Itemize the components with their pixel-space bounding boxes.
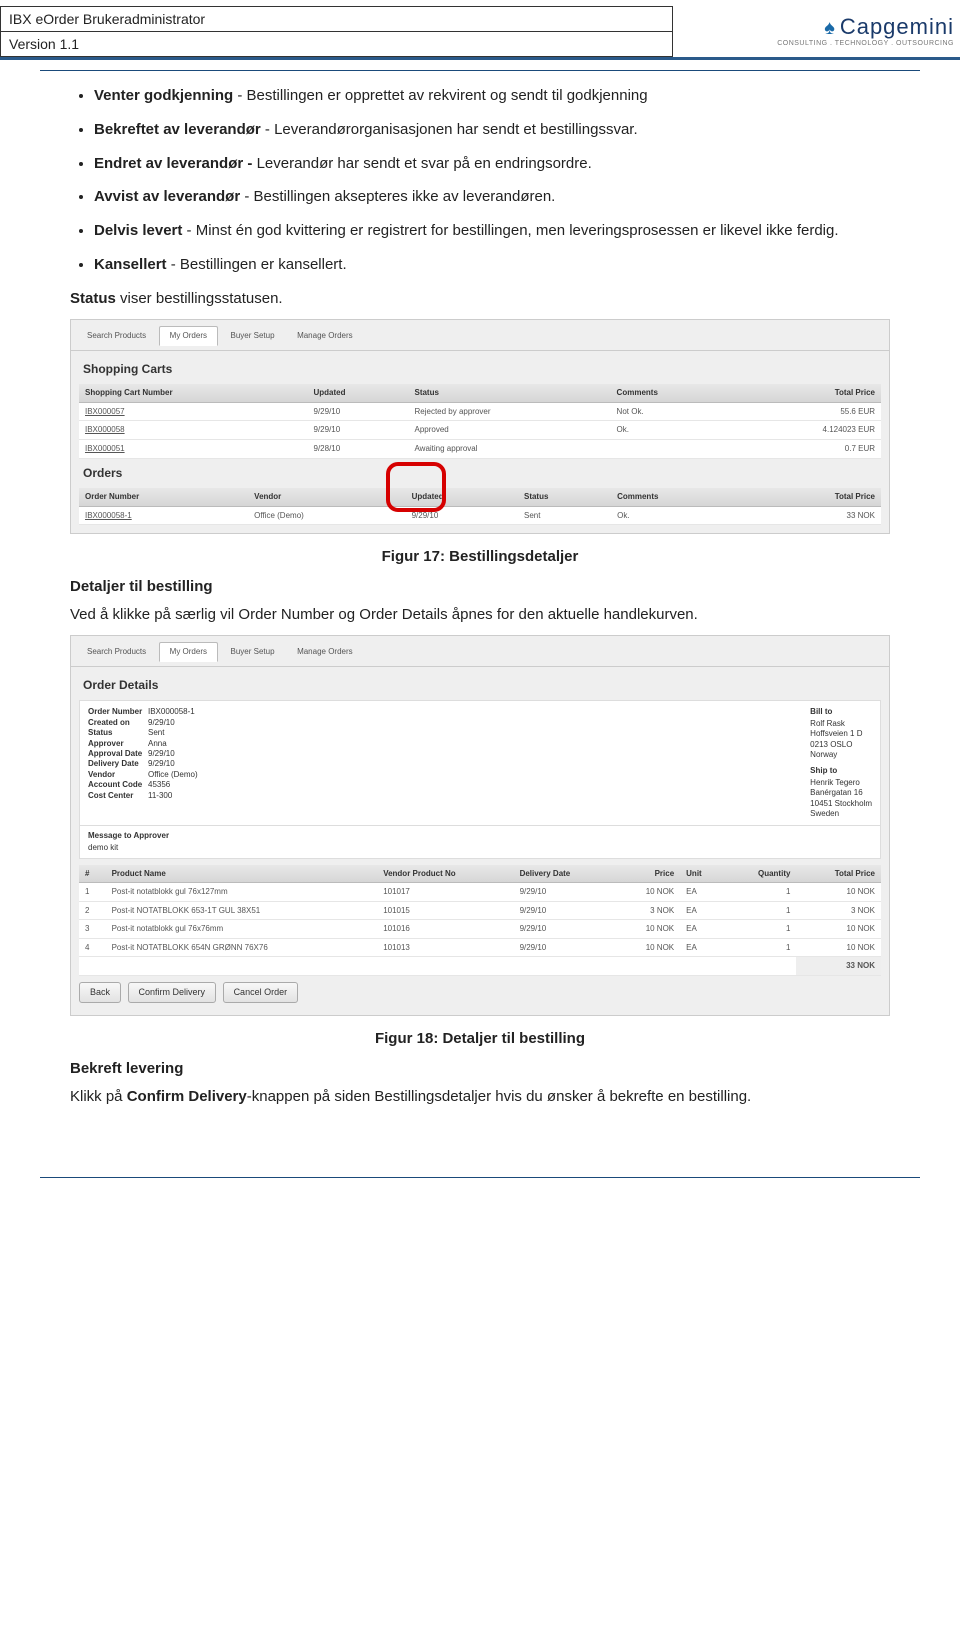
shopping-carts-table: Shopping Cart Number Updated Status Comm… <box>79 384 881 458</box>
doc-version: Version 1.1 <box>1 32 673 57</box>
col-order-number[interactable]: Order Number <box>79 488 248 506</box>
tab-my-orders[interactable]: My Orders <box>159 642 218 662</box>
tab-manage-orders[interactable]: Manage Orders <box>287 643 363 661</box>
figure-17-caption: Figur 17: Bestillingsdetaljer <box>70 546 890 568</box>
col-total-price[interactable]: Total Price <box>747 488 881 506</box>
page-body: Venter godkjenning - Bestillingen er opp… <box>0 85 960 1147</box>
col-vendor[interactable]: Vendor <box>248 488 405 506</box>
col-cart-number[interactable]: Shopping Cart Number <box>79 384 308 402</box>
orders-table: Order Number Vendor Updated Status Comme… <box>79 488 881 525</box>
col-status[interactable]: Status <box>408 384 610 402</box>
col-total-price[interactable]: Total Price <box>733 384 881 402</box>
status-highlight-box <box>386 462 446 512</box>
tab-search[interactable]: Search Products <box>77 643 156 661</box>
detaljer-heading: Detaljer til bestilling <box>70 576 890 598</box>
detaljer-paragraph: Ved å klikke på særlig vil Order Number … <box>70 604 890 626</box>
shopping-carts-heading: Shopping Carts <box>79 355 881 380</box>
orders-heading: Orders <box>79 459 881 484</box>
order-total: 33 NOK <box>796 957 881 976</box>
tab-buyer-setup[interactable]: Buyer Setup <box>221 643 285 661</box>
tab-my-orders[interactable]: My Orders <box>159 326 218 346</box>
table-row: 1Post-it notatblokk gul 76x127mm1010179/… <box>79 883 881 902</box>
spade-icon: ♠ <box>824 17 836 39</box>
bekreft-paragraph: Klikk på Confirm Delivery-knappen på sid… <box>70 1086 890 1108</box>
tab-manage-orders[interactable]: Manage Orders <box>287 327 363 345</box>
back-button[interactable]: Back <box>79 982 121 1003</box>
message-to-approver-label: Message to Approver <box>88 831 169 840</box>
bullet-venter: Venter godkjenning - Bestillingen er opp… <box>94 85 890 107</box>
order-lines-table: # Product Name Vendor Product No Deliver… <box>79 865 881 977</box>
doc-title: IBX eOrder Brukeradministrator <box>1 7 673 32</box>
screenshot-order-details: Search Products My Orders Buyer Setup Ma… <box>70 635 890 1016</box>
col-comments[interactable]: Comments <box>611 384 733 402</box>
status-paragraph: Status viser bestillingsstatusen. <box>70 288 890 310</box>
bekreft-heading: Bekreft levering <box>70 1058 890 1080</box>
col-updated[interactable]: Updated <box>308 384 409 402</box>
bullet-avvist: Avvist av leverandør - Bestillingen akse… <box>94 186 890 208</box>
bullet-kansellert: Kansellert - Bestillingen er kansellert. <box>94 254 890 276</box>
col-comments[interactable]: Comments <box>611 488 747 506</box>
table-row: IBX0000589/29/10ApprovedOk.4.124023 EUR <box>79 421 881 440</box>
order-details-heading: Order Details <box>79 671 881 696</box>
figure-18-caption: Figur 18: Detaljer til bestilling <box>70 1028 890 1050</box>
table-row: 4Post-it NOTATBLOKK 654N GRØNN 76X761010… <box>79 938 881 957</box>
bullet-delvis: Delvis levert - Minst én god kvittering … <box>94 220 890 242</box>
nav-tabs: Search Products My Orders Buyer Setup Ma… <box>71 636 889 667</box>
nav-tabs: Search Products My Orders Buyer Setup Ma… <box>71 320 889 351</box>
screenshot-bestillingsdetaljer: Search Products My Orders Buyer Setup Ma… <box>70 319 890 534</box>
table-row: 3Post-it notatblokk gul 76x76mm1010169/2… <box>79 920 881 939</box>
header-divider <box>40 70 920 71</box>
cancel-order-button[interactable]: Cancel Order <box>223 982 299 1003</box>
table-row: IBX0000519/28/10Awaiting approval0.7 EUR <box>79 440 881 459</box>
footer-divider <box>40 1177 920 1178</box>
tab-buyer-setup[interactable]: Buyer Setup <box>221 327 285 345</box>
bullet-endret: Endret av leverandør - Leverandør har se… <box>94 153 890 175</box>
status-bullet-list: Venter godkjenning - Bestillingen er opp… <box>94 85 890 276</box>
table-row: IBX0000579/29/10Rejected by approverNot … <box>79 402 881 421</box>
table-row: 2Post-it NOTATBLOKK 653-1T GUL 38X511010… <box>79 901 881 920</box>
tab-search[interactable]: Search Products <box>77 327 156 345</box>
bill-ship-col: Bill to Rolf Rask Hoffsveien 1 D 0213 OS… <box>810 707 872 819</box>
col-status[interactable]: Status <box>518 488 611 506</box>
capgemini-logo: ♠Capgemini CONSULTING . TECHNOLOGY . OUT… <box>777 14 954 47</box>
confirm-delivery-button[interactable]: Confirm Delivery <box>128 982 217 1003</box>
order-meta-left: Order NumberIBX000058-1 Created on9/29/1… <box>88 707 198 819</box>
table-row: IBX000058-1Office (Demo)9/29/10SentOk.33… <box>79 506 881 525</box>
page-header: IBX eOrder Brukeradministrator ♠Capgemin… <box>0 0 960 60</box>
bullet-bekreftet: Bekreftet av leverandør - Leverandørorga… <box>94 119 890 141</box>
message-to-approver-value: demo kit <box>88 843 118 852</box>
